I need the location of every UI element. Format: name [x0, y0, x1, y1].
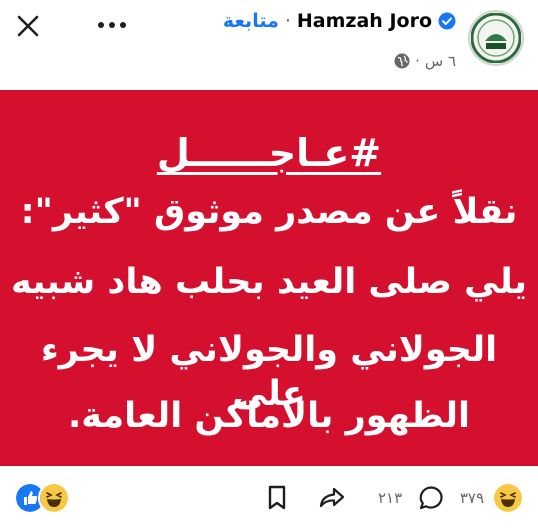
comment-button[interactable]: ٢١٣ — [378, 484, 444, 512]
close-icon — [17, 15, 39, 37]
banner-headline: #عـاجــــــل — [156, 131, 382, 175]
comment-count: ٢١٣ — [378, 489, 403, 507]
share-button[interactable] — [318, 484, 346, 512]
meta-separator: · — [415, 52, 420, 70]
reaction-button[interactable]: ٣٧٩ — [460, 482, 524, 514]
reaction-summary-left[interactable] — [14, 482, 70, 514]
page-logo-icon — [471, 13, 521, 63]
haha-icon — [38, 482, 70, 514]
avatar[interactable] — [468, 10, 524, 66]
separator-dot: · — [284, 10, 291, 32]
comment-icon — [419, 486, 443, 510]
close-button[interactable] — [10, 8, 46, 44]
more-icon — [98, 22, 126, 28]
globe-icon — [394, 53, 410, 69]
haha-reaction-icon — [492, 482, 524, 514]
more-options-button[interactable] — [92, 10, 132, 40]
post-image-banner: #عـاجــــــل نقلاً عن مصدر موثوق "كثير":… — [0, 90, 538, 466]
post-header: Hamzah Joro · متابعة ٦ س · — [0, 0, 538, 85]
author-name[interactable]: Hamzah Joro — [297, 10, 432, 32]
bookmark-icon — [268, 485, 286, 510]
post-time[interactable]: ٦ س — [425, 52, 456, 70]
follow-button[interactable]: متابعة — [223, 10, 279, 32]
save-button[interactable] — [266, 484, 288, 512]
author-line: Hamzah Joro · متابعة — [223, 10, 456, 32]
reaction-count: ٣٧٩ — [459, 489, 484, 507]
verified-badge-icon — [438, 12, 456, 30]
post-meta: ٦ س · — [394, 52, 456, 70]
banner-line-2: يلي صلى العيد بحلب هاد شبيه — [11, 262, 527, 302]
share-icon — [319, 487, 345, 508]
banner-line-1: نقلاً عن مصدر موثوق "كثير": — [20, 192, 518, 232]
post-actions-bar: ٢١٣ ٣٧٩ — [0, 470, 538, 526]
banner-line-4: الظهور بالاماكن العامة. — [67, 396, 471, 436]
